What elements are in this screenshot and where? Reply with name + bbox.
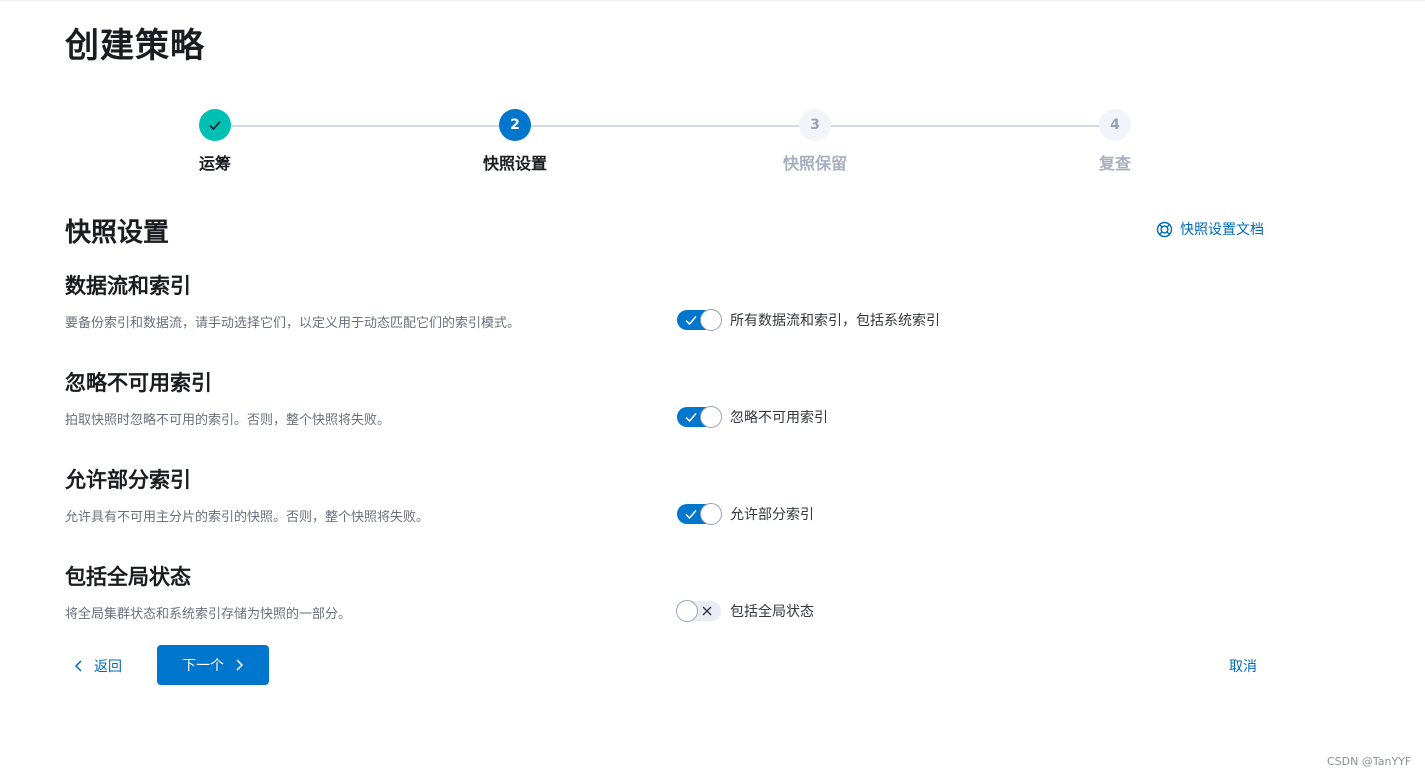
toggle-track[interactable] xyxy=(677,406,722,428)
section-title: 快照设置 xyxy=(65,218,170,248)
toggle-track[interactable] xyxy=(677,503,722,525)
page-title: 创建策略 xyxy=(65,26,205,66)
check-icon xyxy=(685,510,697,520)
check-icon xyxy=(209,120,221,131)
toggle-ignore-unavailable[interactable]: 忽略不可用索引 xyxy=(677,406,828,428)
docs-link[interactable]: 快照设置文档 xyxy=(1156,219,1264,239)
step-4-circle: 4 xyxy=(1099,109,1131,141)
setting-title-global-state: 包括全局状态 xyxy=(65,565,191,589)
step-connector-3 xyxy=(831,125,1099,127)
setting-title-data-streams: 数据流和索引 xyxy=(65,274,191,298)
watermark: CSDN @TanYYF xyxy=(1327,755,1412,768)
step-3-circle: 3 xyxy=(799,109,831,141)
step-1-circle[interactable] xyxy=(199,109,231,141)
setting-title-partial-indices: 允许部分索引 xyxy=(65,468,191,492)
setting-desc-partial-indices: 允许具有不可用主分片的索引的快照。否则，整个快照将失败。 xyxy=(65,510,430,525)
cross-icon xyxy=(702,606,712,616)
toggle-knob xyxy=(676,600,698,622)
check-icon xyxy=(685,413,697,423)
check-icon xyxy=(685,316,697,326)
toggle-knob xyxy=(700,503,722,525)
help-lifebuoy-icon xyxy=(1156,221,1173,237)
back-button-label[interactable]: 返回 xyxy=(94,656,122,676)
toggle-knob xyxy=(700,406,722,428)
step-4-label: 复查 xyxy=(1098,154,1131,173)
step-connector-2 xyxy=(531,125,799,127)
setting-desc-ignore-unavailable: 拍取快照时忽略不可用的索引。否则，整个快照将失败。 xyxy=(65,413,391,428)
step-connector-1 xyxy=(231,125,499,127)
setting-desc-global-state: 将全局集群状态和系统索引存储为快照的一部分。 xyxy=(65,607,352,622)
toggle-global-state[interactable]: 包括全局状态 xyxy=(676,600,814,622)
step-1-label[interactable]: 运筹 xyxy=(115,150,315,174)
next-button-label[interactable]: 下一个 xyxy=(182,655,224,675)
next-button[interactable]: 下一个 xyxy=(157,645,269,685)
step-3-label: 快照保留 xyxy=(782,154,847,173)
back-button[interactable]: 返回 xyxy=(74,656,122,676)
step-2-label[interactable]: 快照设置 xyxy=(415,150,615,174)
toggle-data-streams[interactable]: 所有数据流和索引，包括系统索引 xyxy=(677,309,940,331)
toggle-track[interactable] xyxy=(677,309,722,331)
setting-title-ignore-unavailable: 忽略不可用索引 xyxy=(65,371,212,395)
toggle-label[interactable]: 包括全局状态 xyxy=(730,601,814,621)
toggle-knob xyxy=(700,309,722,331)
toggle-partial-indices[interactable]: 允许部分索引 xyxy=(677,503,814,525)
toggle-label[interactable]: 忽略不可用索引 xyxy=(730,407,828,427)
docs-link-label[interactable]: 快照设置文档 xyxy=(1180,219,1264,239)
chevron-right-icon xyxy=(236,659,244,671)
step-2-circle[interactable]: 2 xyxy=(499,109,531,141)
cancel-button[interactable]: 取消 xyxy=(1229,656,1257,676)
toggle-track[interactable] xyxy=(676,600,721,622)
setting-desc-data-streams: 要备份索引和数据流，请手动选择它们，以定义用于动态匹配它们的索引模式。 xyxy=(65,316,521,331)
toggle-label[interactable]: 所有数据流和索引，包括系统索引 xyxy=(730,310,940,330)
top-shadow xyxy=(0,0,1425,3)
chevron-left-icon xyxy=(74,660,82,672)
toggle-label[interactable]: 允许部分索引 xyxy=(730,504,814,524)
